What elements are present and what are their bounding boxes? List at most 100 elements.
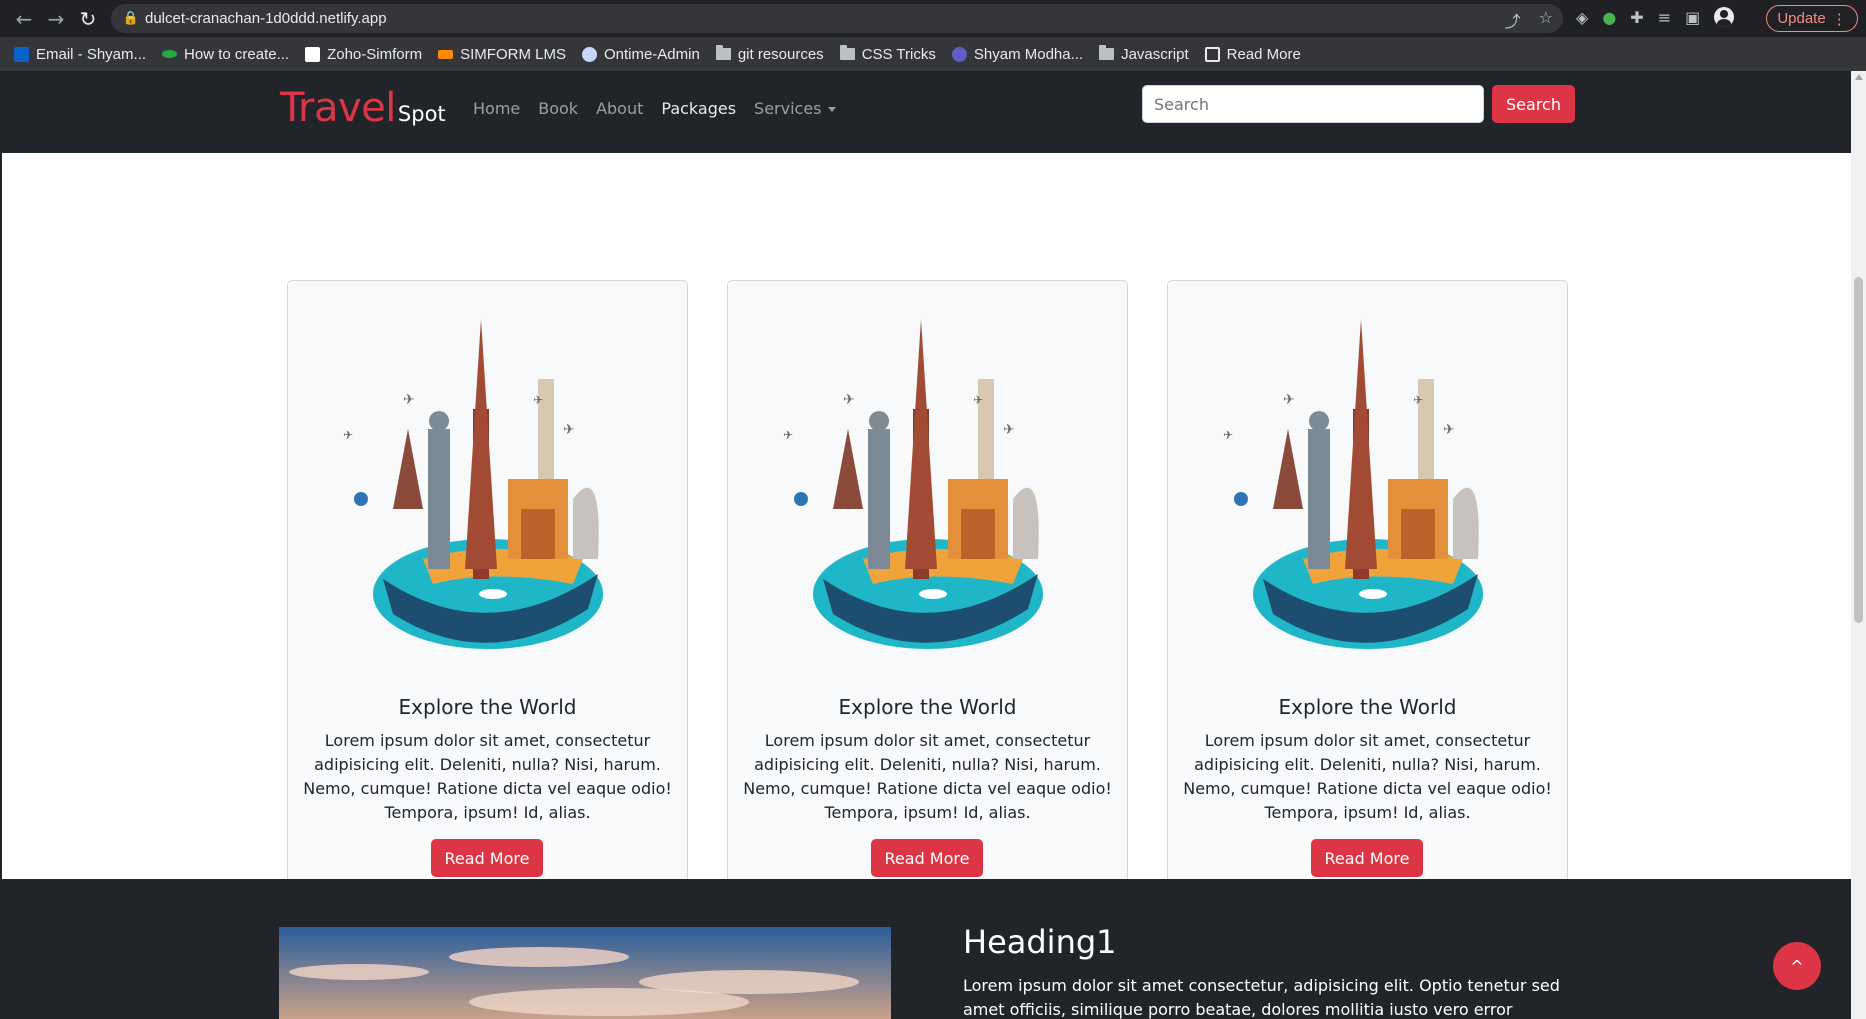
reading-list-icon[interactable]: ≡	[1658, 8, 1671, 27]
share-icon[interactable]: ⤴	[1505, 8, 1521, 32]
reader-icon	[1204, 46, 1220, 62]
back-icon[interactable]: ←	[8, 0, 40, 37]
bookmark-label: Javascript	[1121, 45, 1189, 63]
bookmark-label: Ontime-Admin	[603, 45, 700, 63]
search-input[interactable]	[1142, 85, 1484, 123]
scrollbar-thumb[interactable]	[1854, 277, 1863, 623]
more-menu-icon: ⋮	[1831, 10, 1847, 28]
bookmark-ontime-admin[interactable]: Ontime-Admin	[581, 45, 700, 63]
reload-icon[interactable]: ↻	[72, 0, 104, 37]
ontime-icon	[581, 46, 597, 62]
zoho-icon	[305, 46, 321, 62]
card: ✈ ✈ ✈ ✈ Explore the World Lorem ipsum do…	[1167, 280, 1568, 893]
svg-text:✈: ✈	[783, 428, 793, 442]
read-more-button[interactable]: Read More	[871, 839, 983, 877]
feature-section: Heading1 Lorem ipsum dolor sit amet cons…	[0, 879, 1851, 1019]
side-panel-icon[interactable]: ▣	[1685, 8, 1700, 27]
brand-main-text: Travel	[280, 85, 396, 131]
scroll-to-top-button[interactable]: ^	[1773, 942, 1821, 990]
read-more-button[interactable]: Read More	[1311, 839, 1423, 877]
address-bar[interactable]: 🔒 dulcet-cranachan-1d0ddd.netlify.app ⤴ …	[111, 4, 1563, 33]
svg-text:✈: ✈	[1223, 428, 1233, 442]
url-text[interactable]: dulcet-cranachan-1d0ddd.netlify.app	[145, 10, 387, 27]
card-text: Lorem ipsum dolor sit amet, consectetur …	[303, 731, 672, 822]
nav-home[interactable]: Home	[473, 99, 520, 118]
bookmark-label: How to create...	[184, 45, 290, 63]
bookmark-label: Read More	[1226, 45, 1301, 63]
nav-book[interactable]: Book	[538, 99, 578, 118]
folder-icon	[715, 45, 731, 60]
profile-avatar[interactable]	[1714, 7, 1735, 27]
site-logo[interactable]: Travel Spot	[280, 85, 446, 131]
search-button[interactable]: Search	[1492, 85, 1575, 123]
brand-sub-text: Spot	[397, 102, 446, 126]
card-text: Lorem ipsum dolor sit amet, consectetur …	[1183, 731, 1552, 822]
nav-services-dropdown[interactable]: Services	[754, 99, 836, 118]
svg-text:✈: ✈	[1413, 393, 1423, 407]
sky-image	[279, 927, 891, 1019]
bookmark-read-more[interactable]: Read More	[1204, 45, 1301, 63]
bookmarks-bar: Email - Shyam... How to create... Zoho-S…	[0, 37, 1866, 71]
folder-icon	[839, 45, 855, 60]
bookmark-label: Email - Shyam...	[36, 45, 147, 63]
svg-text:✈: ✈	[403, 392, 415, 408]
update-button[interactable]: Update ⋮	[1766, 5, 1858, 32]
forward-icon[interactable]: →	[40, 0, 72, 37]
card: ✈ ✈ ✈ ✈ Explore the World Lorem ipsum do…	[287, 280, 688, 893]
link-icon	[162, 50, 178, 58]
card: ✈ ✈ ✈ ✈ Explore the World Lorem ipsum do…	[727, 280, 1128, 893]
section-heading: Heading1	[963, 923, 1117, 961]
bookmark-label: CSS Tricks	[861, 45, 936, 63]
svg-text:✈: ✈	[533, 393, 543, 407]
card-title: Explore the World	[838, 695, 1017, 719]
extension-icon[interactable]: ◈	[1576, 8, 1588, 27]
folder-icon	[1099, 45, 1115, 60]
svg-text:✈: ✈	[1283, 392, 1295, 408]
bookmark-javascript[interactable]: Javascript	[1099, 45, 1189, 63]
site-navbar: Travel Spot Home Book About Packages Ser…	[0, 71, 1851, 153]
nav-about[interactable]: About	[596, 99, 643, 118]
svg-text:✈: ✈	[563, 422, 575, 438]
card-title: Explore the World	[1278, 695, 1457, 719]
bookmark-label: Shyam Modha...	[973, 45, 1084, 63]
nav-links: Home Book About Packages Services	[473, 99, 836, 118]
svg-text:✈: ✈	[343, 428, 353, 442]
cards-section: ✈ ✈ ✈ ✈ Explore the World Lorem ipsum do…	[0, 153, 1851, 893]
caret-down-icon	[827, 107, 836, 112]
update-label: Update	[1777, 10, 1826, 27]
lms-icon	[438, 49, 454, 59]
bookmark-email[interactable]: Email - Shyam...	[14, 46, 146, 63]
bookmark-label: git resources	[737, 45, 824, 63]
svg-text:✈: ✈	[973, 393, 983, 407]
bookmark-simform-lms[interactable]: SIMFORM LMS	[438, 46, 566, 63]
svg-text:✈: ✈	[1443, 422, 1455, 438]
teams-icon	[951, 46, 967, 62]
section-text: Lorem ipsum dolor sit amet consectetur, …	[963, 976, 1560, 1019]
world-landmarks-image: ✈ ✈ ✈ ✈	[1223, 319, 1483, 649]
puzzle-icon[interactable]: ✚	[1630, 8, 1643, 27]
bookmark-zoho[interactable]: Zoho-Simform	[305, 46, 422, 63]
color-picker-icon[interactable]: ●	[1602, 8, 1616, 27]
nav-services-label: Services	[754, 99, 822, 118]
bookmark-git-resources[interactable]: git resources	[715, 45, 824, 63]
svg-text:✈: ✈	[1003, 422, 1015, 438]
page-edge	[0, 71, 2, 1019]
world-landmarks-image: ✈ ✈ ✈ ✈	[343, 319, 603, 649]
lock-icon[interactable]: 🔒	[117, 11, 145, 26]
bookmark-css-tricks[interactable]: CSS Tricks	[839, 45, 936, 63]
read-more-button[interactable]: Read More	[431, 839, 543, 877]
world-landmarks-image: ✈ ✈ ✈ ✈	[783, 319, 1043, 649]
nav-packages[interactable]: Packages	[661, 99, 736, 118]
scroll-up-arrow-icon[interactable]	[1855, 74, 1863, 80]
bookmark-label: Zoho-Simform	[327, 45, 423, 63]
bookmark-how-to-create[interactable]: How to create...	[162, 46, 289, 63]
bookmark-star-icon[interactable]: ☆	[1539, 8, 1553, 32]
card-title: Explore the World	[398, 695, 577, 719]
bookmark-shyam-modha[interactable]: Shyam Modha...	[951, 45, 1084, 63]
page-viewport: Travel Spot Home Book About Packages Ser…	[0, 71, 1866, 1019]
outlook-icon	[14, 46, 29, 62]
scrollbar[interactable]	[1851, 71, 1866, 1019]
browser-toolbar: ← → ↻ 🔒 dulcet-cranachan-1d0ddd.netlify.…	[0, 0, 1866, 37]
bookmark-label: SIMFORM LMS	[460, 45, 566, 63]
card-text: Lorem ipsum dolor sit amet, consectetur …	[743, 731, 1112, 822]
